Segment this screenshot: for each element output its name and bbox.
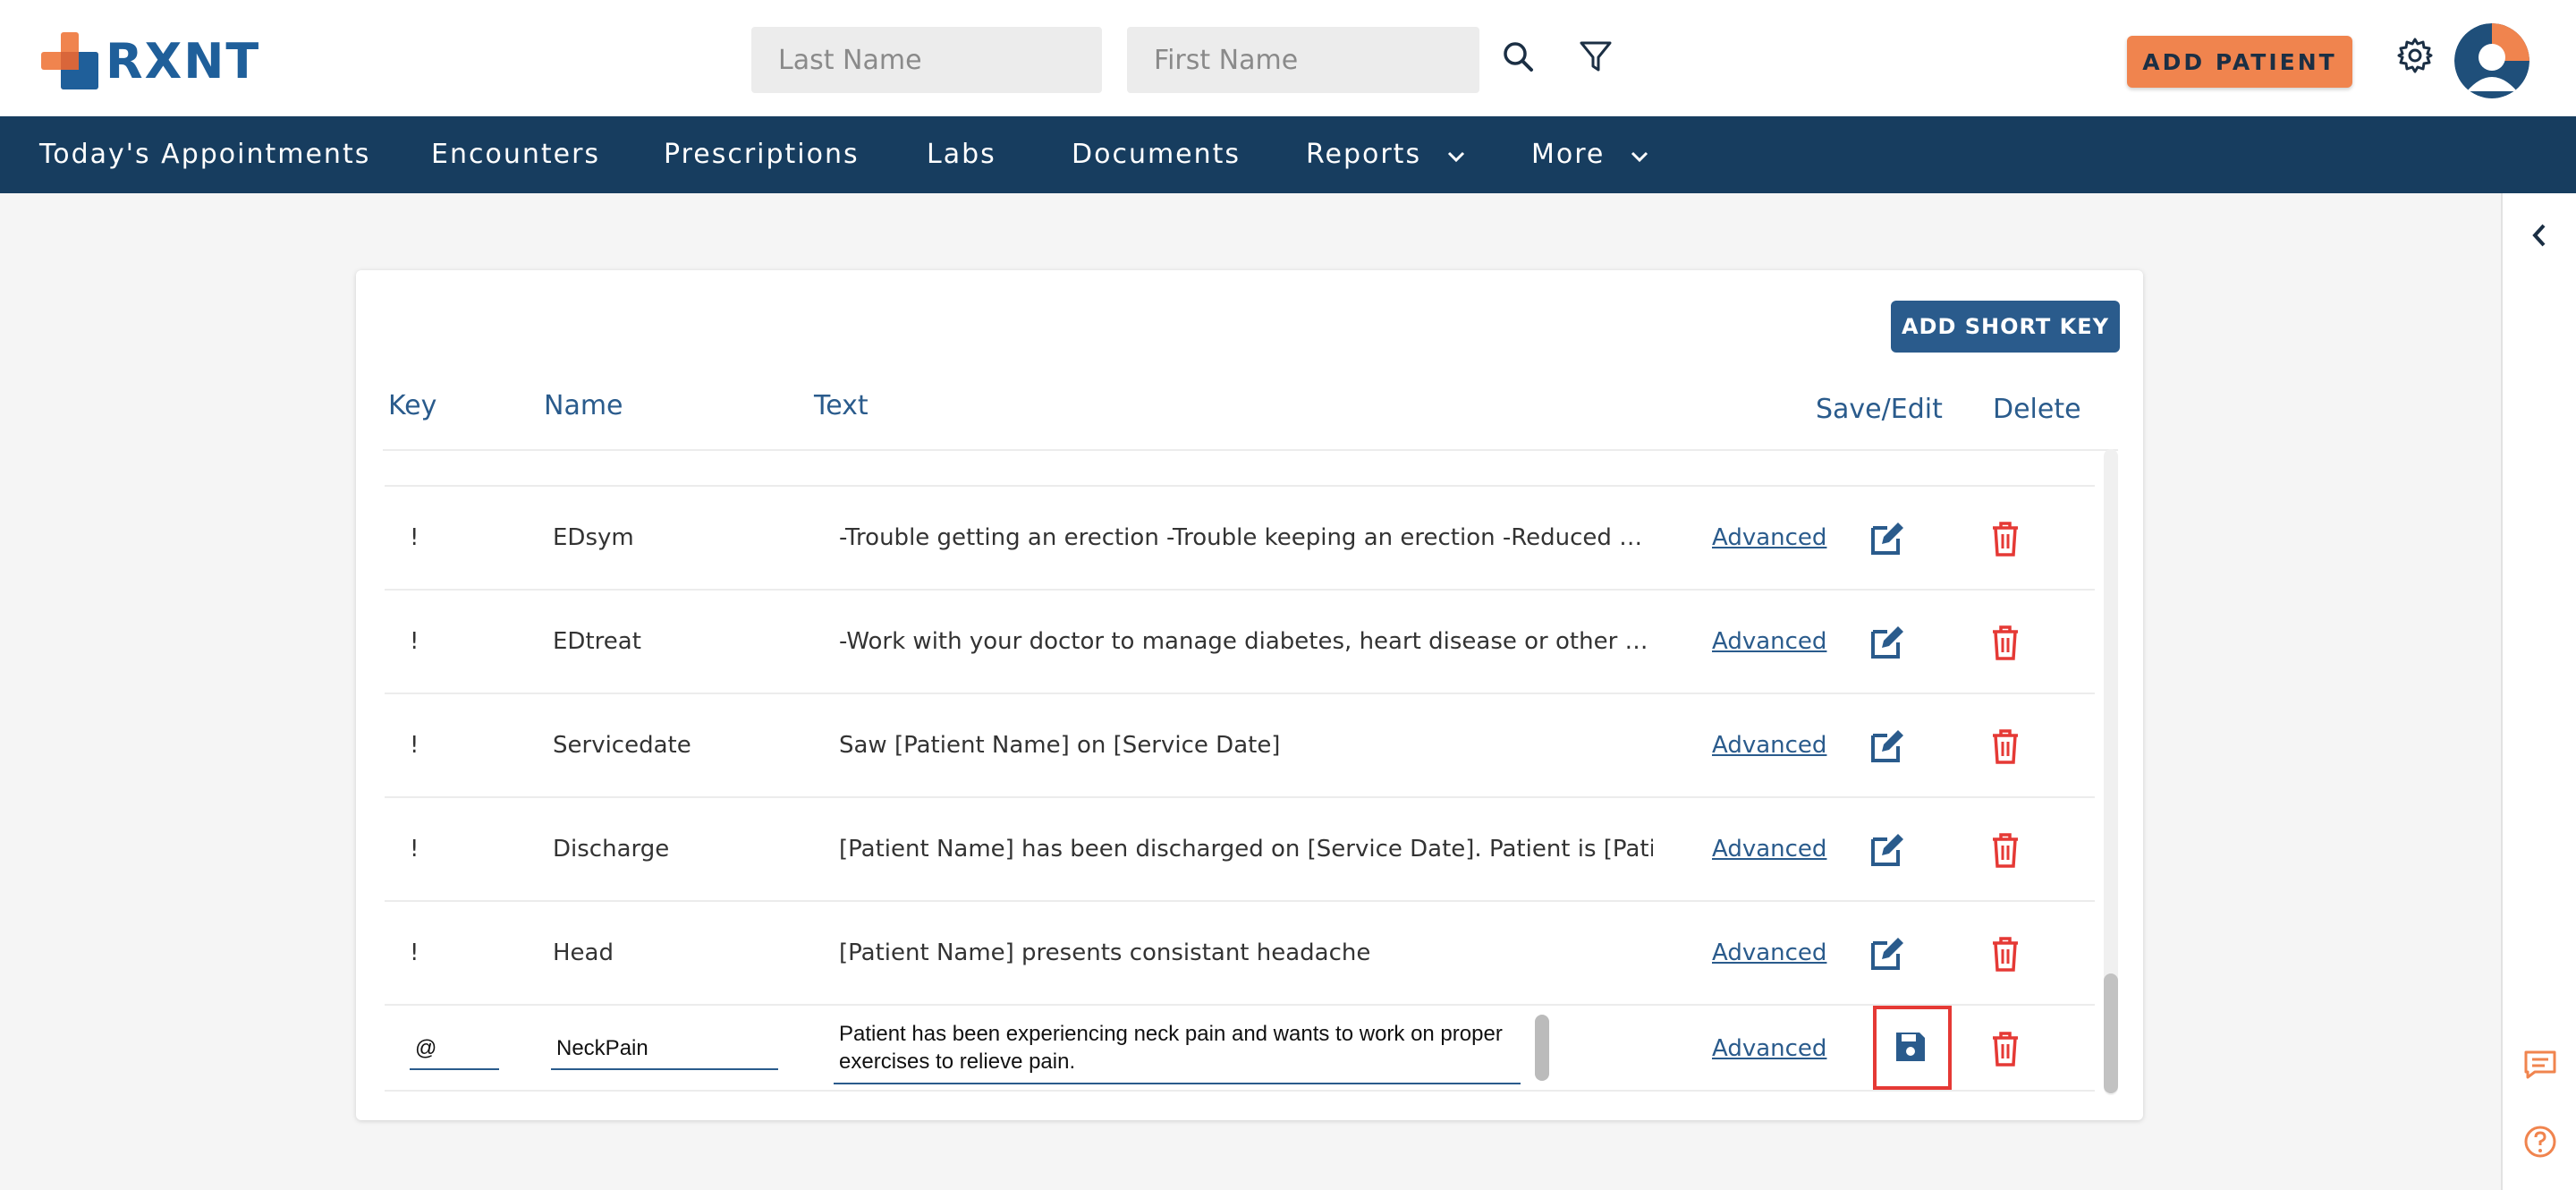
advanced-link[interactable]: Advanced	[1712, 1006, 1826, 1092]
row-name: Discharge	[553, 836, 670, 863]
table-row[interactable]: ! Servicedate Saw [Patient Name] on [Ser…	[385, 694, 2095, 798]
row-key: !	[410, 524, 419, 551]
row-text: -Trouble getting an erection -Trouble ke…	[839, 524, 1653, 551]
nav-reports[interactable]: Reports	[1306, 116, 1466, 193]
column-header-name: Name	[544, 390, 623, 421]
cross-logo-icon	[41, 32, 98, 89]
gear-icon[interactable]	[2395, 36, 2435, 75]
nav-label: Documents	[1072, 139, 1241, 170]
nav-label: Encounters	[431, 139, 601, 170]
save-icon[interactable]	[1893, 1029, 1928, 1065]
nav-label: More	[1531, 139, 1606, 170]
row-name: Head	[553, 939, 614, 966]
nav-todays-appointments[interactable]: Today's Appointments	[39, 116, 370, 193]
logo-text: RXNT	[106, 32, 261, 89]
row-text: [Patient Name] presents consistant heada…	[839, 939, 1371, 966]
table-scroll-thumb[interactable]	[2104, 973, 2118, 1093]
chevron-down-icon	[1631, 151, 1648, 163]
nav-label: Today's Appointments	[39, 139, 371, 170]
nav-label: Reports	[1306, 139, 1422, 170]
row-name: Servicedate	[553, 732, 691, 759]
row-key: !	[410, 732, 419, 759]
edit-icon[interactable]	[1868, 519, 1907, 558]
nav-encounters[interactable]: Encounters	[431, 116, 600, 193]
user-avatar-icon	[2454, 23, 2529, 98]
chevron-down-icon	[1447, 151, 1464, 163]
nav-label: Labs	[927, 139, 996, 170]
advanced-link[interactable]: Advanced	[1712, 591, 1826, 693]
table-row[interactable]: ! EDsym -Trouble getting an erection -Tr…	[385, 487, 2095, 591]
table-row-editing[interactable]: Patient has been experiencing neck pain …	[385, 1006, 2095, 1092]
trash-icon[interactable]	[1986, 519, 2025, 558]
add-short-key-button[interactable]: ADD SHORT KEY	[1891, 301, 2120, 353]
app-header: RXNT ADD PATIENT	[0, 0, 2576, 116]
table-row-partial	[385, 449, 2095, 487]
text-input[interactable]: Patient has been experiencing neck pain …	[834, 1015, 1521, 1084]
trash-icon[interactable]	[1986, 1029, 2025, 1068]
name-input[interactable]	[551, 1029, 778, 1070]
row-name: EDsym	[553, 524, 634, 551]
rxnt-logo[interactable]: RXNT	[41, 32, 260, 89]
row-text: -Work with your doctor to manage diabete…	[839, 628, 1653, 655]
column-header-text: Text	[814, 390, 869, 421]
trash-icon[interactable]	[1986, 727, 2025, 766]
table-row[interactable]: ! Discharge [Patient Name] has been disc…	[385, 798, 2095, 902]
short-keys-card: ADD SHORT KEY Key Name Text Save/Edit De…	[356, 270, 2143, 1120]
row-text: [Patient Name] has been discharged on [S…	[839, 836, 1653, 863]
advanced-link[interactable]: Advanced	[1712, 487, 1826, 589]
column-header-save-edit: Save/Edit	[1816, 394, 1943, 425]
table-row[interactable]: ! EDtreat -Work with your doctor to mana…	[385, 591, 2095, 694]
textarea-scroll-thumb[interactable]	[1535, 1015, 1549, 1081]
nav-label: Prescriptions	[664, 139, 860, 170]
trash-icon[interactable]	[1986, 623, 2025, 662]
first-name-input[interactable]	[1127, 27, 1479, 93]
add-patient-button[interactable]: ADD PATIENT	[2127, 36, 2352, 88]
table-scrollbar[interactable]	[2104, 449, 2118, 1095]
main-nav: Today's Appointments Encounters Prescrip…	[0, 116, 2576, 193]
column-header-delete: Delete	[1993, 394, 2081, 425]
nav-labs[interactable]: Labs	[927, 116, 996, 193]
chevron-left-icon[interactable]	[2529, 222, 2549, 249]
advanced-link[interactable]: Advanced	[1712, 902, 1826, 1004]
right-side-panel	[2501, 193, 2576, 1190]
edit-icon[interactable]	[1868, 934, 1907, 973]
chat-icon[interactable]	[2522, 1049, 2558, 1081]
filter-icon[interactable]	[1576, 38, 1615, 77]
advanced-link[interactable]: Advanced	[1712, 694, 1826, 796]
row-key: !	[410, 836, 419, 863]
edit-icon[interactable]	[1868, 727, 1907, 766]
advanced-link[interactable]: Advanced	[1712, 798, 1826, 900]
trash-icon[interactable]	[1986, 830, 2025, 870]
row-name: EDtreat	[553, 628, 641, 655]
column-header-key: Key	[388, 390, 437, 421]
trash-icon[interactable]	[1986, 934, 2025, 973]
row-key: !	[410, 939, 419, 966]
table-row[interactable]: ! Head [Patient Name] presents consistan…	[385, 902, 2095, 1006]
edit-icon[interactable]	[1868, 623, 1907, 662]
search-icon[interactable]	[1499, 38, 1538, 77]
key-input[interactable]	[410, 1029, 499, 1070]
nav-documents[interactable]: Documents	[1072, 116, 1241, 193]
nav-more[interactable]: More	[1531, 116, 1649, 193]
last-name-input[interactable]	[751, 27, 1102, 93]
edit-icon[interactable]	[1868, 830, 1907, 870]
nav-prescriptions[interactable]: Prescriptions	[664, 116, 860, 193]
help-icon[interactable]	[2522, 1124, 2558, 1160]
row-key: !	[410, 628, 419, 655]
user-avatar[interactable]	[2454, 23, 2529, 98]
row-text: Saw [Patient Name] on [Service Date]	[839, 732, 1281, 759]
